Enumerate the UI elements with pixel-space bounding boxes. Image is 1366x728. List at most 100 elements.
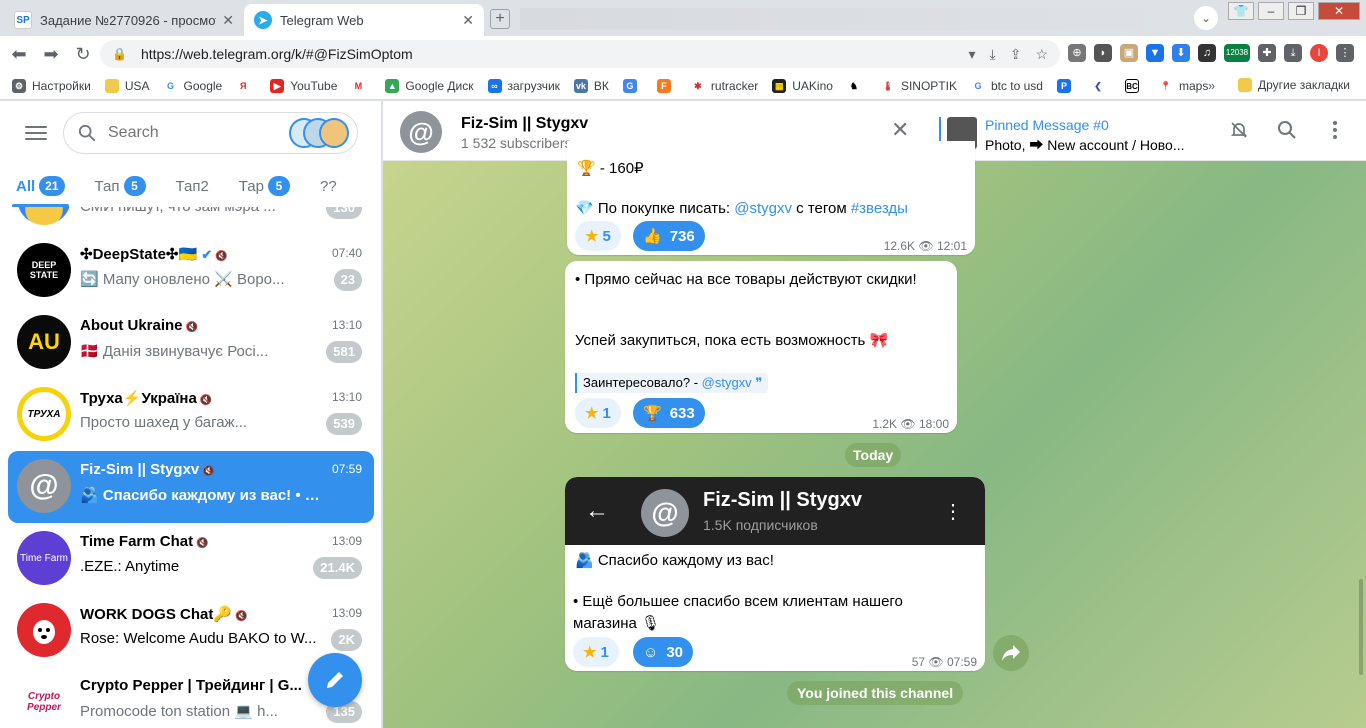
channel-avatar[interactable]: @ xyxy=(400,111,442,153)
search-input[interactable] xyxy=(108,124,268,142)
bookmark-translate[interactable]: G xyxy=(622,78,643,93)
background-tabs[interactable] xyxy=(520,8,1180,30)
bookmark-chess[interactable]: ♞ xyxy=(846,78,867,93)
bell-muted-icon[interactable] xyxy=(1228,119,1250,141)
channel-title[interactable]: Fiz-Sim || Stygxv xyxy=(461,115,588,133)
bookmark-usa[interactable]: USA xyxy=(104,78,150,93)
bookmark-uakino[interactable]: ▦ UAKino xyxy=(772,78,833,93)
more-options-icon[interactable] xyxy=(1324,119,1346,141)
folder-tab-unknown[interactable]: ?? xyxy=(320,165,337,207)
chat-list: СМИ пишут, что зам мэра ... 130 DEEP STA… xyxy=(0,207,381,728)
bookmark-google[interactable]: G Google xyxy=(163,78,222,93)
close-icon[interactable]: ✕ xyxy=(891,119,909,141)
chat-item-trukha[interactable]: ТРУХА Труха⚡Україна 🔇 13:10 Просто шахед … xyxy=(8,379,374,451)
stories-avatars[interactable] xyxy=(289,118,351,148)
forward-button[interactable] xyxy=(993,635,1029,671)
music-ext-icon[interactable]: ♫ xyxy=(1198,44,1216,62)
bookmarks-overflow-icon[interactable]: » xyxy=(1208,78,1215,93)
chat-item-work-dogs[interactable]: WORK DOGS Chat🔑 🔇 13:09 Rose: Welcome Aud… xyxy=(8,595,374,667)
minimize-icon[interactable]: – xyxy=(1258,2,1284,20)
telegram-favicon-icon: ➤ xyxy=(254,11,272,29)
downloads-icon[interactable]: ⤓ xyxy=(1284,44,1302,62)
bookmark-downloader[interactable]: ∞ загрузчик xyxy=(487,78,560,93)
folder-tab-tap[interactable]: Тап 5 xyxy=(95,165,146,207)
bookmark-star-icon[interactable]: ☆ xyxy=(1035,46,1048,63)
folder-tab-all[interactable]: All 21 xyxy=(12,165,69,207)
new-tab-icon[interactable]: + xyxy=(490,9,510,29)
shirt-icon[interactable]: 👕 xyxy=(1228,2,1254,20)
hamburger-menu-icon[interactable] xyxy=(22,123,50,143)
hashtag-link[interactable]: #звезды xyxy=(851,200,908,217)
chat-panel: @ Fiz-Sim || Stygxv 1 532 subscribers ✕ … xyxy=(383,101,1366,728)
browser-tab-telegram[interactable]: ➤ Telegram Web ✕ xyxy=(244,4,484,36)
bookmark-vk[interactable]: vk ВК xyxy=(573,78,609,93)
chat-item-about-ukraine[interactable]: AU About Ukraine 🔇 13:10 🇩🇰 Данія звинува… xyxy=(8,307,374,379)
vk-icon: vk xyxy=(573,78,588,93)
wallet-ext-icon[interactable]: ▣ xyxy=(1120,44,1138,62)
url-text[interactable]: https://web.telegram.org/k/#@FizSimOptom xyxy=(141,46,413,62)
browser-tab-task[interactable]: SP Задание №2770926 - просмотр з ✕ xyxy=(4,4,244,36)
message-text: 💎 По покупке писать: @stygxv с тегом #зв… xyxy=(575,200,908,217)
compose-button[interactable] xyxy=(308,653,362,707)
bookmark-arrow[interactable]: ❮ xyxy=(1090,78,1111,93)
bookmark-bc[interactable]: BC xyxy=(1124,78,1145,93)
close-tab-icon[interactable]: ✕ xyxy=(222,12,234,29)
bookmark-sinoptik[interactable]: 🌡 SINOPTIK xyxy=(880,78,957,93)
thumbs-up-reaction[interactable]: 👍 736 xyxy=(633,221,705,251)
folder-tab-tap2[interactable]: Тап2 xyxy=(176,165,209,207)
tab-search-icon[interactable]: ⌄ xyxy=(1194,6,1218,30)
message-bubble[interactable]: 🏆 - 160₽ 💎 По покупке писать: @stygxv с … xyxy=(567,141,975,255)
bookmark-google-drive[interactable]: ▲ Google Диск xyxy=(385,78,474,93)
pinned-message[interactable]: Pinned Message #0 Photo, ⮕ New account /… xyxy=(939,117,1189,153)
smile-reaction[interactable]: ☺ 30 xyxy=(633,637,694,667)
close-tab-icon[interactable]: ✕ xyxy=(462,12,474,29)
bookmark-gmail[interactable]: M xyxy=(351,78,371,93)
shield-ext-icon[interactable]: ◗ xyxy=(1094,44,1112,62)
window-controls: 👕 – ❐ ✕ xyxy=(1228,2,1360,20)
bitcoin-ext-icon[interactable]: 12038 xyxy=(1224,44,1250,62)
bookmark-rutracker[interactable]: ✱ rutracker xyxy=(690,78,758,93)
scrollbar[interactable] xyxy=(1359,579,1363,675)
address-bar[interactable]: 🔒 https://web.telegram.org/k/#@FizSimOpt… xyxy=(100,40,1060,68)
back-icon[interactable]: ⬅ xyxy=(6,44,32,65)
lock-icon[interactable]: 🔒 xyxy=(112,47,127,61)
vpn-ext-icon[interactable]: ▼ xyxy=(1146,44,1164,62)
maximize-icon[interactable]: ❐ xyxy=(1288,2,1314,20)
story-avatar[interactable] xyxy=(319,118,349,148)
bookmark-youtube[interactable]: ▶ YouTube xyxy=(270,78,337,93)
puzzle-ext-icon[interactable]: ✚ xyxy=(1258,44,1276,62)
star-reaction[interactable]: ★ 1 xyxy=(573,637,619,667)
install-icon[interactable]: ⤓ xyxy=(990,46,996,63)
other-bookmarks[interactable]: Другие закладки xyxy=(1238,78,1350,92)
chat-item-deepstate[interactable]: DEEP STATE ✣DeepState✣🇺🇦 ✔ 🔇 07:40 🔄 Мапу… xyxy=(8,235,374,307)
chat-item-fiz-sim[interactable]: @ Fiz-Sim || Stygxv 🔇 07:59 🫂 Спасибо каж… xyxy=(8,451,374,523)
bookmark-settings[interactable]: ⚙ Настройки xyxy=(12,78,91,93)
bookmark-f[interactable]: F xyxy=(656,78,677,93)
chat-item-partial[interactable]: СМИ пишут, что зам мэра ... 130 xyxy=(8,207,374,235)
username-link[interactable]: @stygxv xyxy=(702,375,752,390)
menu-dots-icon[interactable]: ⋮ xyxy=(1336,44,1354,62)
chat-item-time-farm[interactable]: Time Farm Time Farm Chat 🔇 13:09 .EZE.: A… xyxy=(8,523,374,595)
globe-ext-icon[interactable]: ⊕ xyxy=(1068,44,1086,62)
search-icon[interactable] xyxy=(1276,119,1298,141)
dropdown-icon[interactable]: ▾ xyxy=(968,46,975,63)
username-link[interactable]: @stygxv xyxy=(734,200,792,217)
bookmark-p[interactable]: P xyxy=(1056,78,1077,93)
window-close-icon[interactable]: ✕ xyxy=(1318,2,1360,20)
message-bubble[interactable]: • Прямо сейчас на все товары действуют с… xyxy=(565,261,957,433)
trophy-reaction[interactable]: 🏆 633 xyxy=(633,398,705,428)
verified-icon: ✔ xyxy=(201,247,213,262)
share-icon[interactable]: ⇪ xyxy=(1010,46,1022,63)
folder-tab-tar[interactable]: Тар 5 xyxy=(239,165,290,207)
profile-avatar-icon[interactable]: I xyxy=(1310,44,1328,62)
star-reaction[interactable]: ★ 5 xyxy=(575,221,621,251)
forward-icon[interactable]: ➡ xyxy=(38,44,64,65)
reload-icon[interactable]: ↻ xyxy=(70,44,96,65)
bookmark-yandex[interactable]: Я xyxy=(236,78,256,93)
star-reaction[interactable]: ★ 1 xyxy=(575,398,621,428)
download-ext-icon[interactable]: ⬇ xyxy=(1172,44,1190,62)
bookmark-maps[interactable]: 📍 maps xyxy=(1158,78,1208,93)
message-bubble[interactable]: ← @ Fiz-Sim || Stygxv 1.5K подписчиков ⋮… xyxy=(565,477,985,671)
bookmark-btc-to-usd[interactable]: Gbtc to usd xyxy=(970,78,1043,93)
search-box[interactable] xyxy=(63,112,358,154)
